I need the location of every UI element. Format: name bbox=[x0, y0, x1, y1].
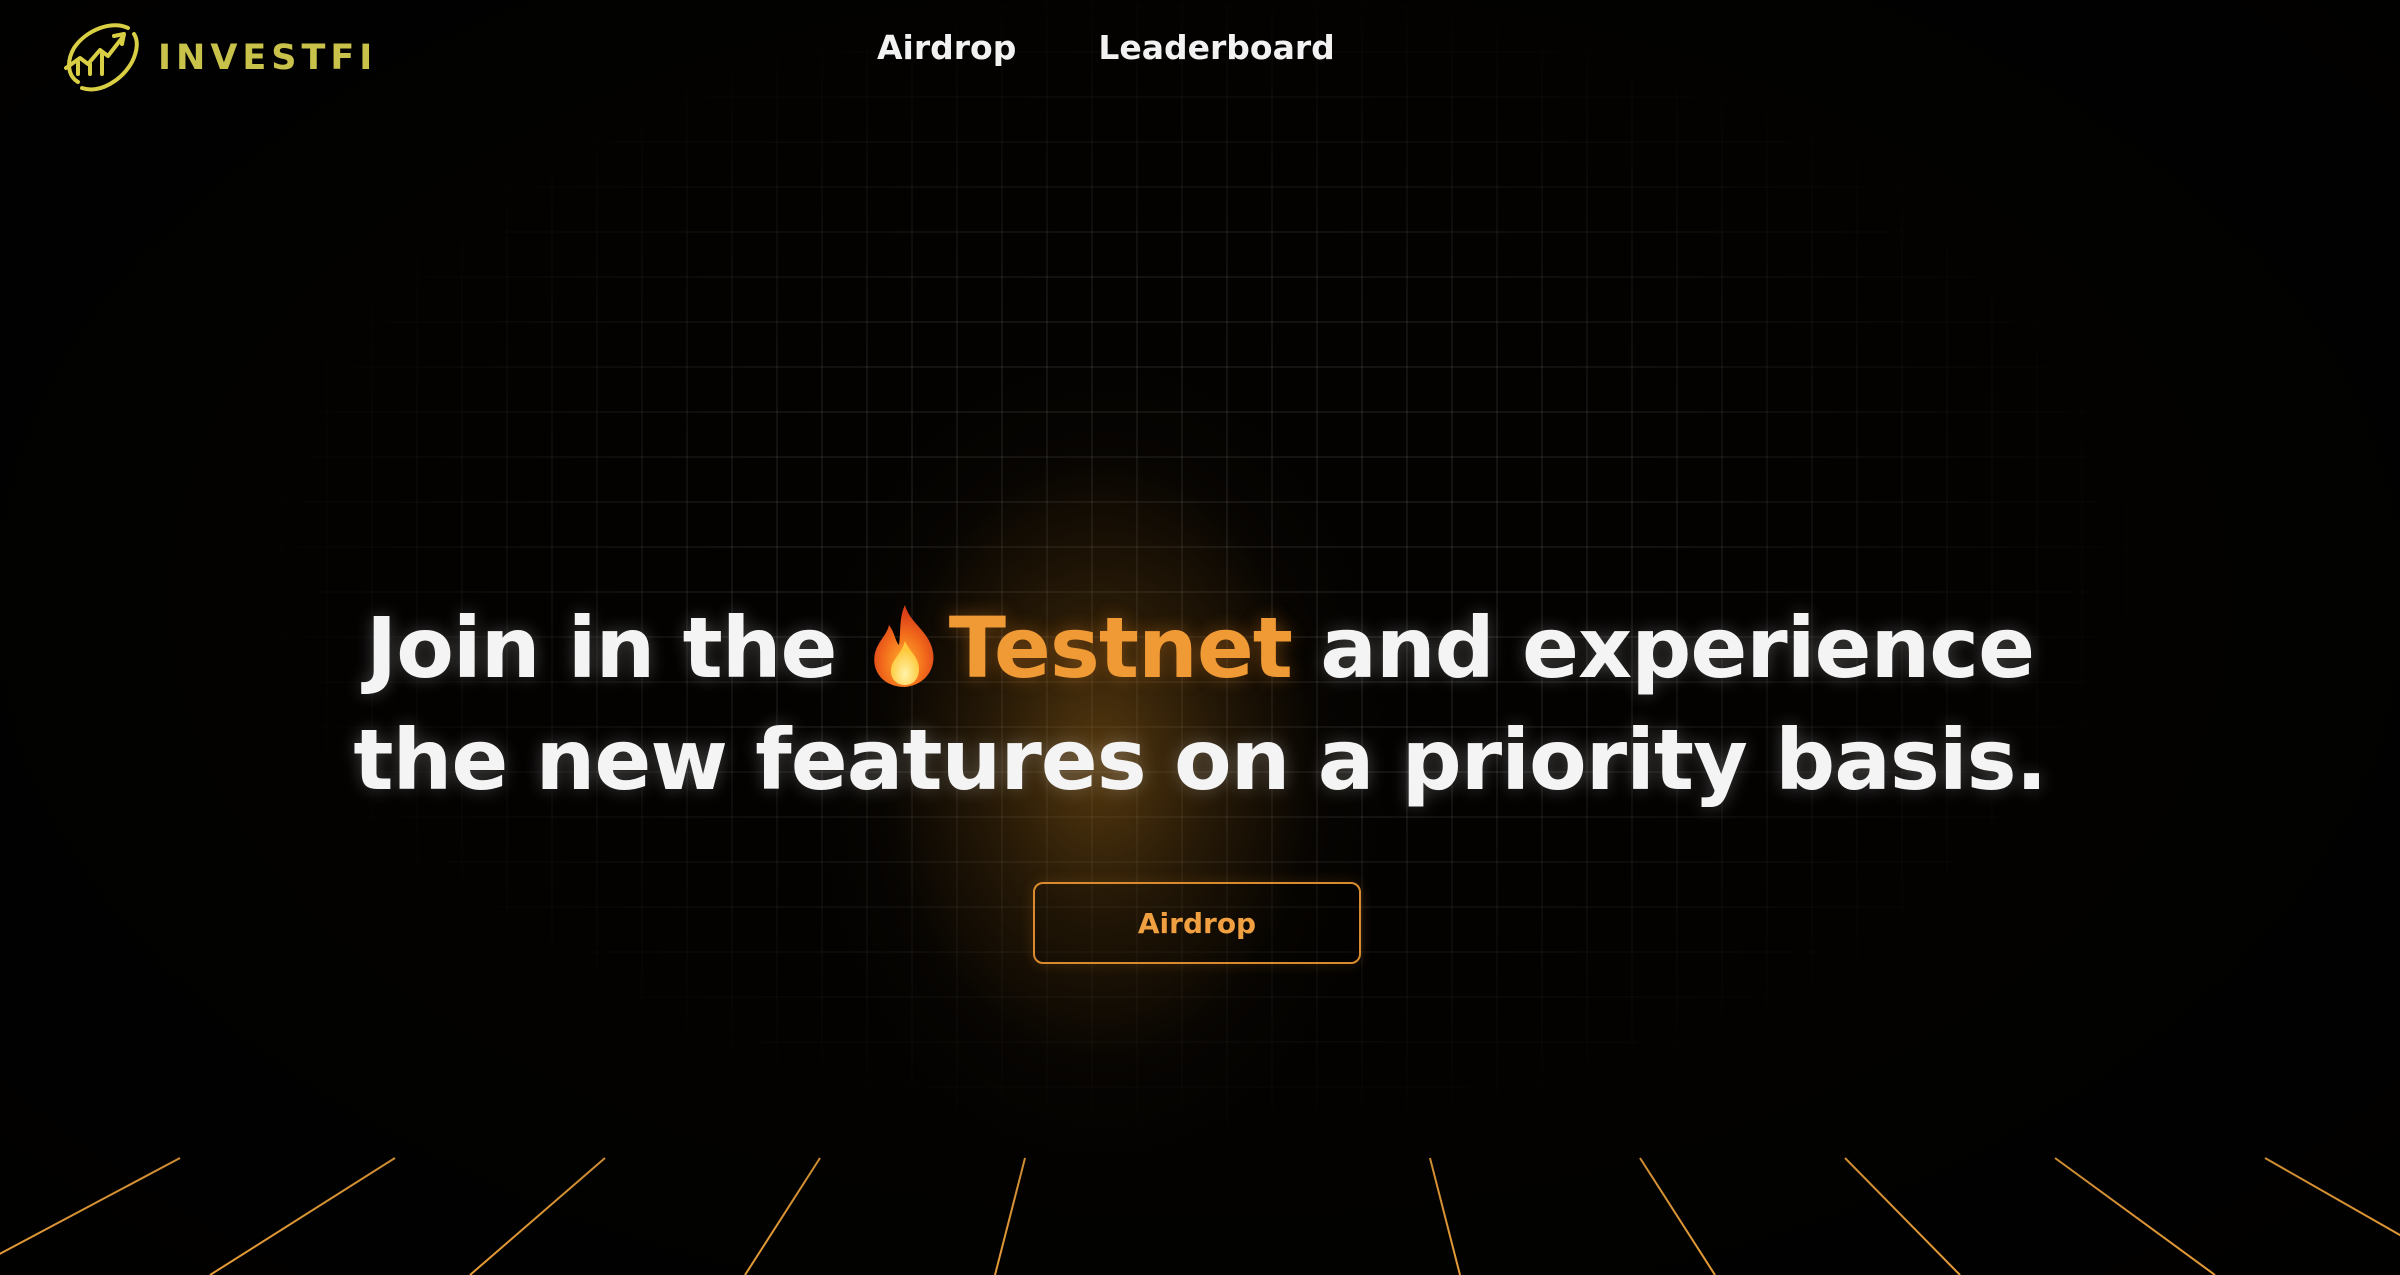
airdrop-button[interactable]: Airdrop bbox=[1033, 882, 1361, 964]
hero-line-1: Join in the Testnet and experience bbox=[200, 592, 2200, 704]
top-nav: Airdrop Leaderboard bbox=[877, 28, 1335, 67]
hero-line-1-suffix: and experience bbox=[1291, 599, 2035, 697]
landing-page: INVESTFI Airdrop Leaderboard Join in the bbox=[0, 0, 2400, 1275]
nav-item-airdrop[interactable]: Airdrop bbox=[877, 28, 1016, 67]
hero-line-2: the new features on a priority basis. bbox=[353, 711, 2047, 809]
perspective-floor-grid bbox=[0, 1157, 2400, 1275]
brand-name: INVESTFI bbox=[158, 38, 378, 78]
brand-logo[interactable]: INVESTFI bbox=[60, 18, 377, 98]
hero-headline: Join in the Testnet and experience the n… bbox=[200, 592, 2200, 816]
nav-item-leaderboard[interactable]: Leaderboard bbox=[1098, 28, 1334, 67]
chart-arrow-logo-icon bbox=[64, 23, 139, 92]
hero-line-1-prefix: Join in the bbox=[365, 599, 865, 697]
hero-highlight: Testnet bbox=[948, 599, 1293, 697]
fire-icon bbox=[873, 605, 934, 687]
